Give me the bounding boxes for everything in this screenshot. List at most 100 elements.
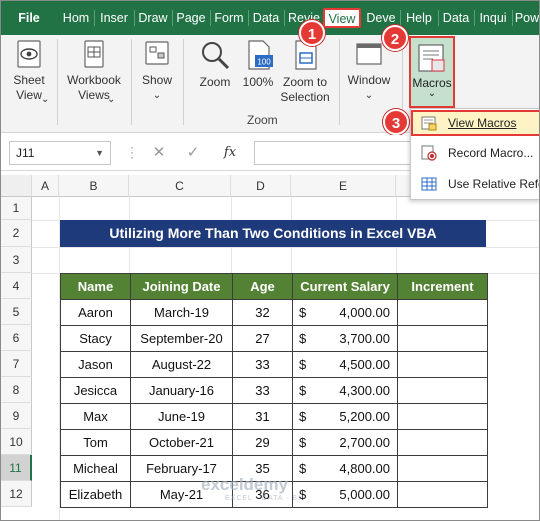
cell-increment[interactable] xyxy=(397,455,488,482)
view-macros-label: View Macros xyxy=(448,116,517,130)
salary-amount: 3,700.00 xyxy=(339,331,390,346)
cell-salary[interactable]: $4,300.00 xyxy=(292,377,398,404)
tab-draw[interactable]: Draw xyxy=(135,1,171,35)
worksheet-grid[interactable]: A B C D E F 1 2 3 4 5 6 7 8 9 10 11 12 U… xyxy=(1,171,539,520)
cell-age[interactable]: 31 xyxy=(232,403,293,430)
tab-formulas[interactable]: Form xyxy=(211,1,247,35)
column-header-b[interactable]: B xyxy=(59,175,129,197)
enter-icon[interactable]: ✓ xyxy=(181,141,205,165)
column-header-c[interactable]: C xyxy=(129,175,231,197)
cell-salary[interactable]: $4,000.00 xyxy=(292,299,398,326)
insert-function-icon[interactable]: fx xyxy=(217,141,243,165)
column-header-d[interactable]: D xyxy=(231,175,291,197)
cell-name[interactable]: Elizabeth xyxy=(60,481,131,508)
use-relative-references-menu-item[interactable]: Use Relative References xyxy=(411,171,539,197)
row-header-3[interactable]: 3 xyxy=(1,247,32,273)
cell-salary[interactable]: $5,000.00 xyxy=(292,481,398,508)
row-header-1[interactable]: 1 xyxy=(1,197,32,220)
cell-date[interactable]: September-20 xyxy=(130,325,233,352)
cell-name[interactable]: Aaron xyxy=(60,299,131,326)
cell-date[interactable]: June-19 xyxy=(130,403,233,430)
cell-increment[interactable] xyxy=(397,299,488,326)
cell-salary[interactable]: $5,200.00 xyxy=(292,403,398,430)
tab-insert[interactable]: Inser xyxy=(95,1,133,35)
row-header-4[interactable]: 4 xyxy=(1,273,32,299)
column-header-a[interactable]: A xyxy=(32,175,59,197)
row-header-10[interactable]: 10 xyxy=(1,429,32,455)
record-macro-menu-item[interactable]: Record Macro... xyxy=(411,140,539,166)
show-label: Show xyxy=(141,73,173,87)
cell-date[interactable]: August-22 xyxy=(130,351,233,378)
tab-file[interactable]: File xyxy=(1,1,57,35)
header-current-salary[interactable]: Current Salary xyxy=(292,273,398,300)
step-badge-1: 1 xyxy=(299,20,325,46)
row-header-12[interactable]: 12 xyxy=(1,481,32,507)
tab-data[interactable]: Data xyxy=(249,1,283,35)
tab-inquire[interactable]: Inqui xyxy=(475,1,511,35)
zoom-button[interactable]: Zoom xyxy=(191,39,239,90)
column-header-e[interactable]: E xyxy=(291,175,396,197)
row-header-2[interactable]: 2 xyxy=(1,220,32,247)
cell-name[interactable]: Stacy xyxy=(60,325,131,352)
table-row: Aaron March-19 32 $4,000.00 xyxy=(60,299,488,326)
formula-input[interactable] xyxy=(254,141,414,165)
row-header-6[interactable]: 6 xyxy=(1,325,32,351)
cell-age[interactable]: 29 xyxy=(232,429,293,456)
header-age[interactable]: Age xyxy=(232,273,293,300)
cell-name[interactable]: Jesicca xyxy=(60,377,131,404)
tab-help[interactable]: Help xyxy=(401,1,437,35)
cell-age[interactable]: 32 xyxy=(232,299,293,326)
cell-increment[interactable] xyxy=(397,403,488,430)
cell-salary[interactable]: $2,700.00 xyxy=(292,429,398,456)
header-joining-date[interactable]: Joining Date xyxy=(130,273,233,300)
workbook-views-label: Workbook Views xyxy=(67,73,121,102)
tab-page-layout[interactable]: Page xyxy=(173,1,209,35)
step-badge-3: 3 xyxy=(383,109,409,135)
cell-salary[interactable]: $4,500.00 xyxy=(292,351,398,378)
cell-date[interactable]: January-16 xyxy=(130,377,233,404)
cell-name[interactable]: Micheal xyxy=(60,455,131,482)
zoom-to-selection-button[interactable]: Zoom to Selection xyxy=(277,39,333,105)
cell-increment[interactable] xyxy=(397,481,488,508)
row-header-9[interactable]: 9 xyxy=(1,403,32,429)
tab-view[interactable]: View xyxy=(323,8,361,28)
cell-name[interactable]: Tom xyxy=(60,429,131,456)
zoom-group-label: Zoom xyxy=(247,113,278,127)
cell-increment[interactable] xyxy=(397,351,488,378)
row-header-7[interactable]: 7 xyxy=(1,351,32,377)
cell-age[interactable]: 33 xyxy=(232,377,293,404)
tab-home[interactable]: Hom xyxy=(59,1,93,35)
view-macros-icon xyxy=(421,116,437,131)
cell-age[interactable]: 33 xyxy=(232,351,293,378)
cell-increment[interactable] xyxy=(397,429,488,456)
tab-power-pivot[interactable]: Pow xyxy=(513,1,539,35)
cell-date[interactable]: March-19 xyxy=(130,299,233,326)
cancel-icon[interactable]: ✕ xyxy=(147,141,171,165)
workbook-views-button[interactable]: Workbook Views ⌄ xyxy=(61,39,127,105)
watermark-logo: exceldemy EXCEL · DATA · BI xyxy=(201,475,301,502)
cell-date[interactable]: October-21 xyxy=(130,429,233,456)
view-macros-menu-item[interactable]: View Macros xyxy=(411,110,539,136)
header-increment[interactable]: Increment xyxy=(397,273,488,300)
tab-data-2[interactable]: Data xyxy=(439,1,473,35)
caret-down-icon[interactable]: ▼ xyxy=(95,142,104,164)
header-name[interactable]: Name xyxy=(60,273,131,300)
row-header-11[interactable]: 11 xyxy=(1,455,32,481)
table-row: Jason August-22 33 $4,500.00 xyxy=(60,351,488,378)
sheet-view-button[interactable]: Sheet View ⌄ xyxy=(5,39,53,105)
cell-name[interactable]: Max xyxy=(60,403,131,430)
row-header-8[interactable]: 8 xyxy=(1,377,32,403)
cell-age[interactable]: 27 xyxy=(232,325,293,352)
select-all-corner[interactable] xyxy=(1,175,32,197)
cell-increment[interactable] xyxy=(397,325,488,352)
cell-increment[interactable] xyxy=(397,377,488,404)
zoom-100-button[interactable]: 100 100% xyxy=(239,39,277,90)
cell-name[interactable]: Jason xyxy=(60,351,131,378)
zoom-100-label: 100% xyxy=(242,75,274,89)
name-box[interactable]: J11 ▼ xyxy=(9,141,111,165)
macros-button[interactable]: Macros ⌄ xyxy=(409,36,455,108)
cell-salary[interactable]: $4,800.00 xyxy=(292,455,398,482)
row-header-5[interactable]: 5 xyxy=(1,299,32,325)
show-button[interactable]: Show ⌄ xyxy=(135,39,179,103)
cell-salary[interactable]: $3,700.00 xyxy=(292,325,398,352)
